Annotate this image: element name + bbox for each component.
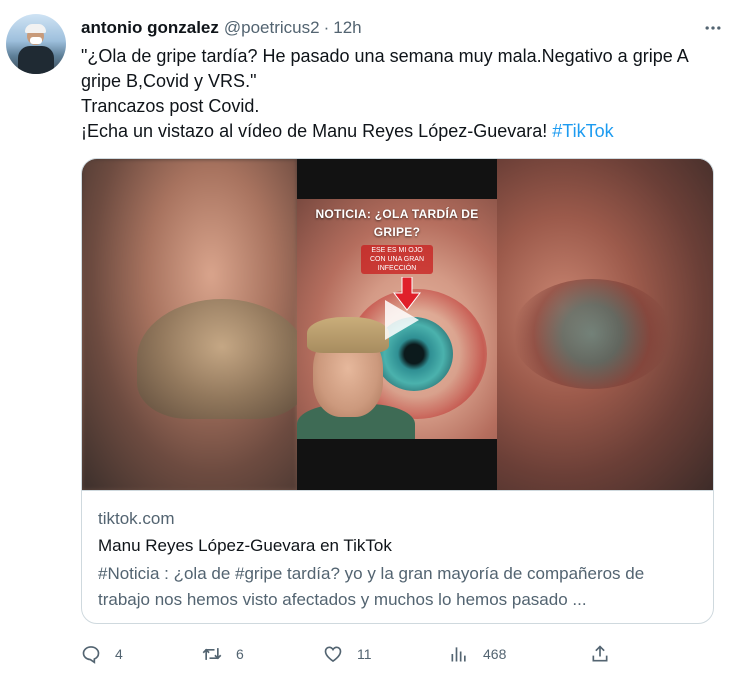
heart-icon [324, 646, 342, 663]
share-icon [592, 645, 608, 662]
avatar-mask [30, 37, 42, 44]
separator-dot: · [323, 18, 330, 37]
play-icon[interactable] [375, 296, 423, 344]
reply-icon [82, 646, 100, 664]
tweet-line-1: "¿Ola de gripe tardía? He pasado una sem… [81, 46, 688, 91]
avatar[interactable] [6, 14, 66, 74]
blurred-hair [137, 299, 307, 419]
views-icon [451, 647, 466, 662]
tweet-line-2: Trancazos post Covid. [81, 96, 260, 116]
retweet-count: 6 [236, 646, 244, 662]
retweet-icon [202, 648, 222, 660]
more-options-button[interactable] [700, 18, 726, 38]
tweet-time[interactable]: 12h [333, 18, 361, 38]
more-icon [705, 26, 721, 30]
share-button[interactable] [590, 640, 624, 668]
reply-count: 4 [115, 646, 123, 662]
link-card[interactable]: NOTICIA: ¿OLA TARDÍA DE GRIPE? ESE ES MI… [81, 158, 714, 624]
avatar-cap [25, 24, 46, 33]
video-caption: NOTICIA: ¿OLA TARDÍA DE GRIPE? [315, 207, 479, 239]
author-handle[interactable]: @poetricus2 [224, 18, 320, 38]
card-media[interactable]: NOTICIA: ¿OLA TARDÍA DE GRIPE? ESE ES MI… [82, 159, 713, 490]
card-info[interactable]: tiktok.com Manu Reyes López-Guevara en T… [82, 490, 713, 623]
like-count: 11 [357, 646, 372, 662]
tweet: antonio gonzalez @poetricus2 · 12h "¿Ola… [0, 0, 746, 678]
views-button[interactable]: 468 [449, 640, 506, 668]
card-domain: tiktok.com [98, 509, 175, 528]
blurred-eye [512, 279, 672, 389]
tweet-text: "¿Ola de gripe tardía? He pasado una sem… [81, 44, 721, 144]
hashtag-link[interactable]: #TikTok [552, 121, 613, 141]
video-subcaption: ESE ES MI OJO CON UNA GRAN INFECCIÓN [361, 245, 433, 274]
card-description: #Noticia : ¿ola de #gripe tardía? yo y l… [98, 564, 645, 609]
tweet-line-3-text: ¡Echa un vistazo al vídeo de Manu Reyes … [81, 121, 553, 141]
avatar-body [18, 46, 54, 74]
like-button[interactable]: 11 [323, 640, 372, 668]
view-count: 468 [483, 646, 507, 662]
action-bar: 4 6 11 468 [81, 640, 641, 668]
tweet-line-3: ¡Echa un vistazo al vídeo de Manu Reyes … [81, 119, 721, 144]
author-name[interactable]: antonio gonzalez [81, 18, 219, 38]
retweet-button[interactable]: 6 [202, 640, 244, 668]
reply-button[interactable]: 4 [81, 640, 123, 668]
tweet-header: antonio gonzalez @poetricus2 · 12h [81, 17, 362, 39]
card-title: Manu Reyes López-Guevara en TikTok [98, 536, 392, 555]
